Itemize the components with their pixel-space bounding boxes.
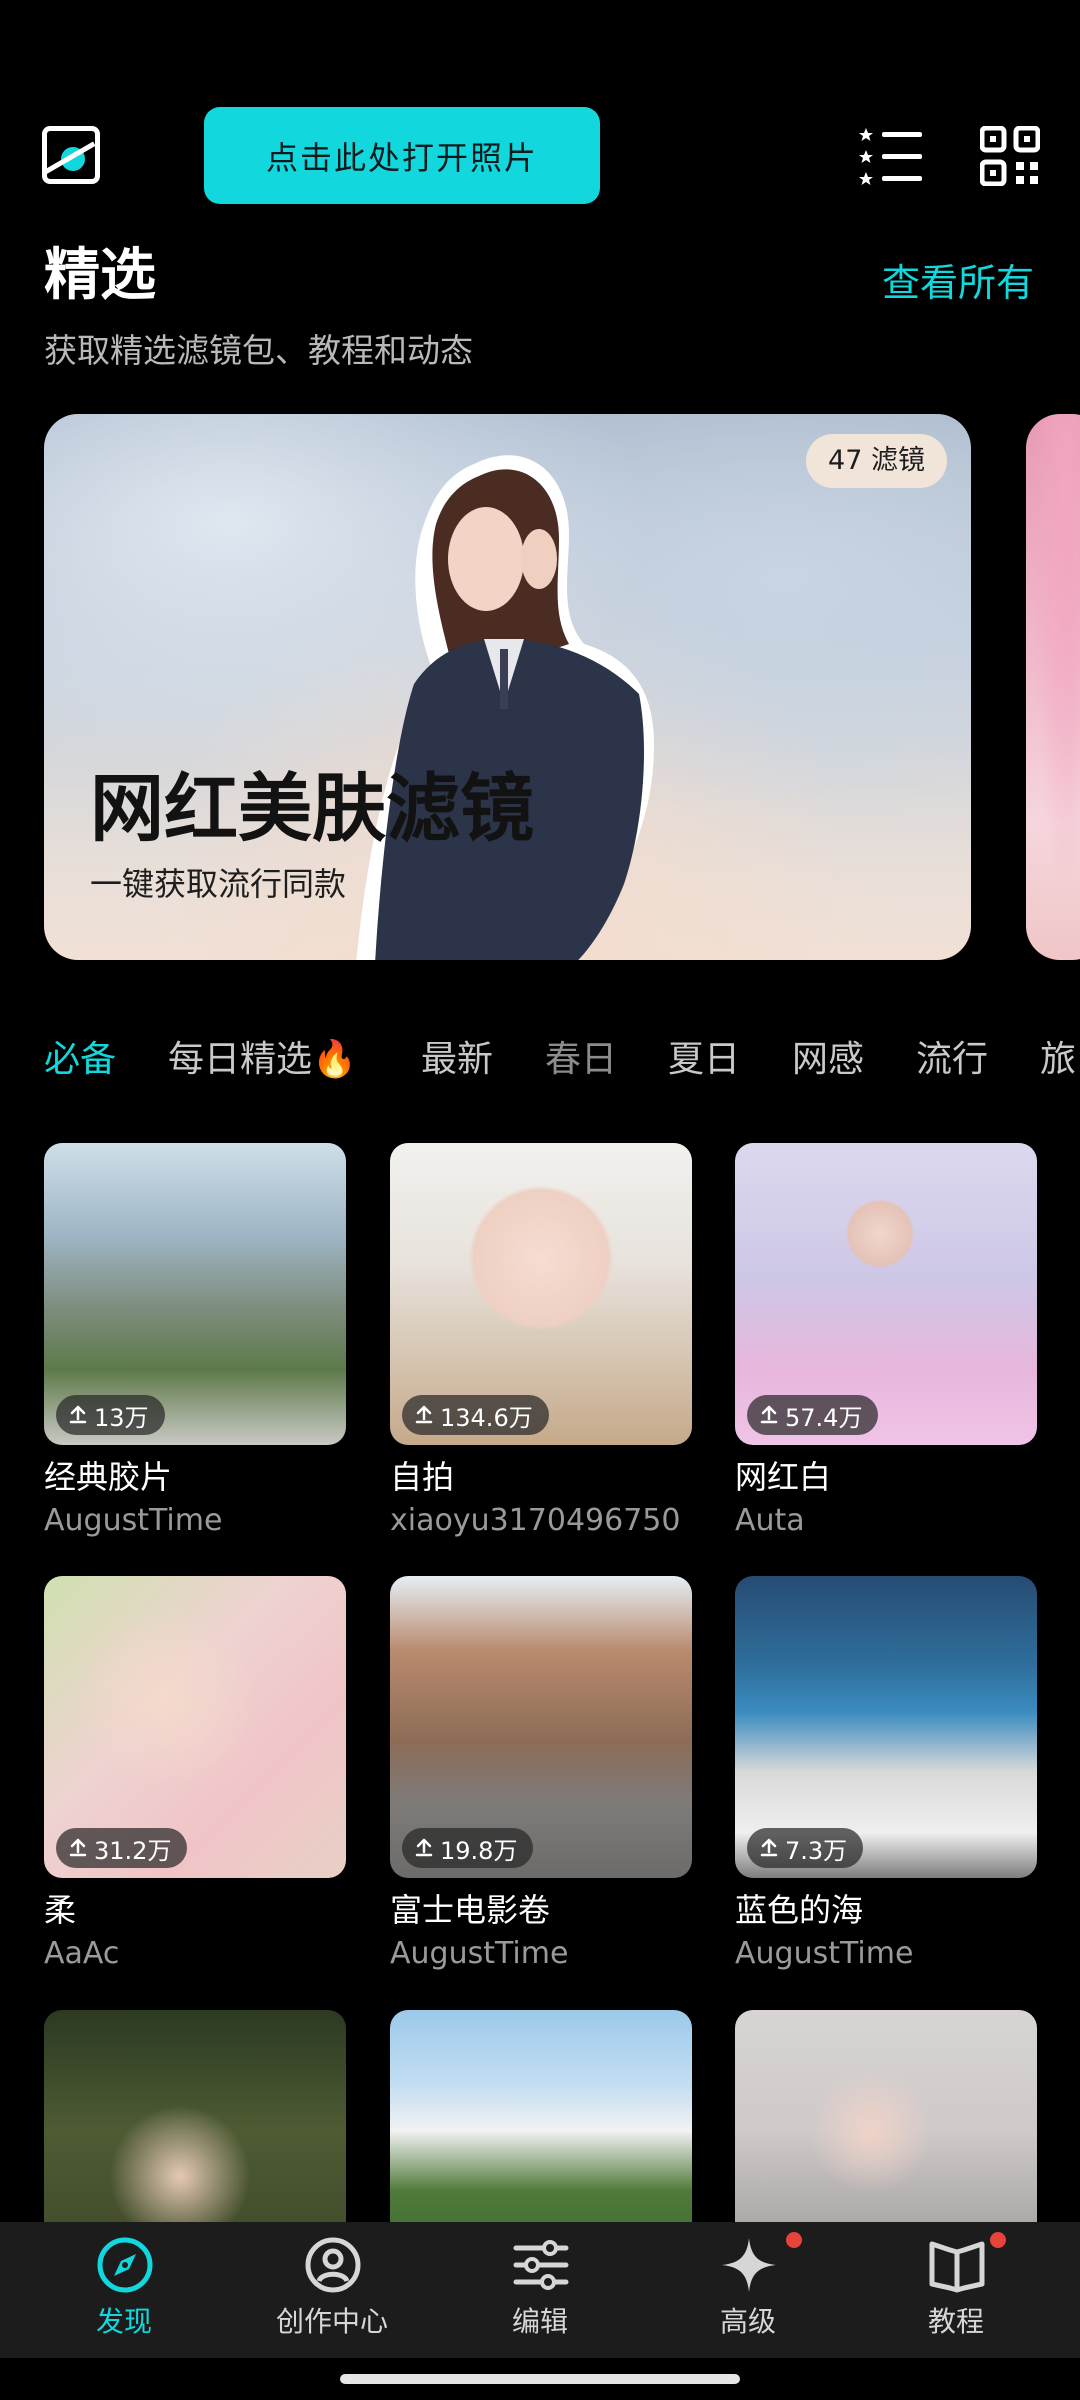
filter-card[interactable]: 19.8万 富士电影卷 AugustTime (390, 1576, 692, 1976)
filter-name: 蓝色的海 (735, 1891, 864, 1929)
upload-icon (415, 1405, 433, 1424)
filter-card[interactable]: 57.4万 网红白 Auta (735, 1143, 1037, 1543)
filter-thumbnail: 31.2万 (44, 1576, 346, 1878)
filter-name: 经典胶片 (44, 1458, 173, 1496)
filter-author: AaAc (44, 1936, 120, 1971)
nav-label: 教程 (927, 2305, 984, 2338)
nav-label: 高级 (719, 2305, 776, 2338)
favorites-list-icon[interactable] (858, 126, 924, 186)
download-count-badge: 57.4万 (747, 1395, 879, 1435)
download-count: 13万 (94, 1403, 149, 1432)
filter-thumbnail: 19.8万 (390, 1576, 692, 1878)
tab-spring[interactable]: 春日 (545, 1030, 617, 1090)
filter-card[interactable]: 13万 经典胶片 AugustTime (44, 1143, 346, 1543)
filter-name: 富士电影卷 (390, 1891, 551, 1929)
filter-name: 自拍 (390, 1458, 455, 1496)
category-tabs: 必备 每日精选🔥 最新 春日 夏日 网感 流行 旅 (0, 1030, 1080, 1090)
upload-icon (69, 1838, 87, 1857)
tab-trending[interactable]: 流行 (916, 1030, 988, 1090)
featured-banner[interactable]: 47 滤镜 网红美肤滤镜 一键获取流行同款 (44, 414, 971, 960)
qr-code-icon[interactable] (980, 126, 1040, 186)
featured-title: 精选 (44, 243, 156, 308)
filter-card[interactable]: 31.2万 柔 AaAc (44, 1576, 346, 1976)
filter-card[interactable]: 134.6万 自拍 xiaoyu3170496750 (390, 1143, 692, 1543)
nav-advanced[interactable]: 高级 (658, 2222, 838, 2358)
profile-icon (305, 2237, 361, 2293)
banner-title: 网红美肤滤镜 (90, 766, 534, 852)
upload-icon (760, 1405, 778, 1424)
nav-edit[interactable]: 编辑 (450, 2222, 630, 2358)
download-count: 7.3万 (785, 1836, 848, 1865)
view-all-link[interactable]: 查看所有 (882, 258, 1034, 308)
nav-tutorials[interactable]: 教程 (866, 2222, 1046, 2358)
book-icon (929, 2241, 985, 2293)
filter-name: 柔 (44, 1891, 77, 1929)
filter-name: 网红白 (735, 1458, 832, 1496)
upload-icon (69, 1405, 87, 1424)
download-count: 57.4万 (785, 1403, 863, 1432)
nav-label: 编辑 (511, 2305, 568, 2338)
banner-portrait-image (356, 455, 654, 960)
filter-thumbnail: 57.4万 (735, 1143, 1037, 1445)
tab-daily-picks[interactable]: 每日精选🔥 (168, 1030, 357, 1090)
bottom-navigation: 发现 创作中心 编辑 高级 教程 (0, 2222, 1080, 2358)
filter-author: AugustTime (735, 1936, 914, 1971)
filter-thumbnail: 7.3万 (735, 1576, 1037, 1878)
notification-dot (786, 2232, 802, 2248)
featured-subtitle: 获取精选滤镜包、教程和动态 (44, 331, 473, 370)
download-count: 31.2万 (94, 1836, 172, 1865)
filter-thumbnail: 134.6万 (390, 1143, 692, 1445)
home-indicator[interactable] (340, 2374, 740, 2384)
next-banner-preview[interactable] (1026, 414, 1080, 960)
filter-count-badge: 47 滤镜 (806, 434, 947, 488)
tab-summer[interactable]: 夏日 (668, 1030, 740, 1090)
nav-label: 发现 (95, 2305, 152, 2338)
nav-discover[interactable]: 发现 (34, 2222, 214, 2358)
tab-newest[interactable]: 最新 (421, 1030, 493, 1090)
download-count-badge: 19.8万 (402, 1828, 534, 1868)
top-bar: 点击此处打开照片 (0, 0, 1080, 230)
download-count-badge: 134.6万 (402, 1395, 549, 1435)
filter-thumbnail: 13万 (44, 1143, 346, 1445)
banner-subtitle: 一键获取流行同款 (90, 865, 347, 903)
upload-icon (760, 1838, 778, 1857)
download-count: 134.6万 (440, 1403, 533, 1432)
tab-travel[interactable]: 旅 (1040, 1030, 1076, 1090)
download-count: 19.8万 (440, 1836, 518, 1865)
tab-essential[interactable]: 必备 (44, 1030, 116, 1090)
download-count-badge: 13万 (56, 1395, 165, 1435)
gallery-icon[interactable] (42, 126, 100, 184)
filter-author: xiaoyu3170496750 (390, 1503, 681, 1538)
filter-card[interactable]: 7.3万 蓝色的海 AugustTime (735, 1576, 1037, 1976)
filter-author: Auta (735, 1503, 805, 1538)
tab-internet-vibe[interactable]: 网感 (792, 1030, 864, 1090)
compass-icon (97, 2237, 153, 2293)
nav-label: 创作中心 (275, 2305, 388, 2338)
upload-icon (415, 1838, 433, 1857)
sliders-icon (513, 2240, 569, 2290)
notification-dot (990, 2232, 1006, 2248)
sparkle-icon (722, 2238, 776, 2292)
filter-author: AugustTime (390, 1936, 569, 1971)
filter-author: AugustTime (44, 1503, 223, 1538)
download-count-badge: 31.2万 (56, 1828, 188, 1868)
open-photo-button[interactable]: 点击此处打开照片 (204, 107, 600, 204)
nav-creator-center[interactable]: 创作中心 (242, 2222, 422, 2358)
download-count-badge: 7.3万 (747, 1828, 864, 1868)
